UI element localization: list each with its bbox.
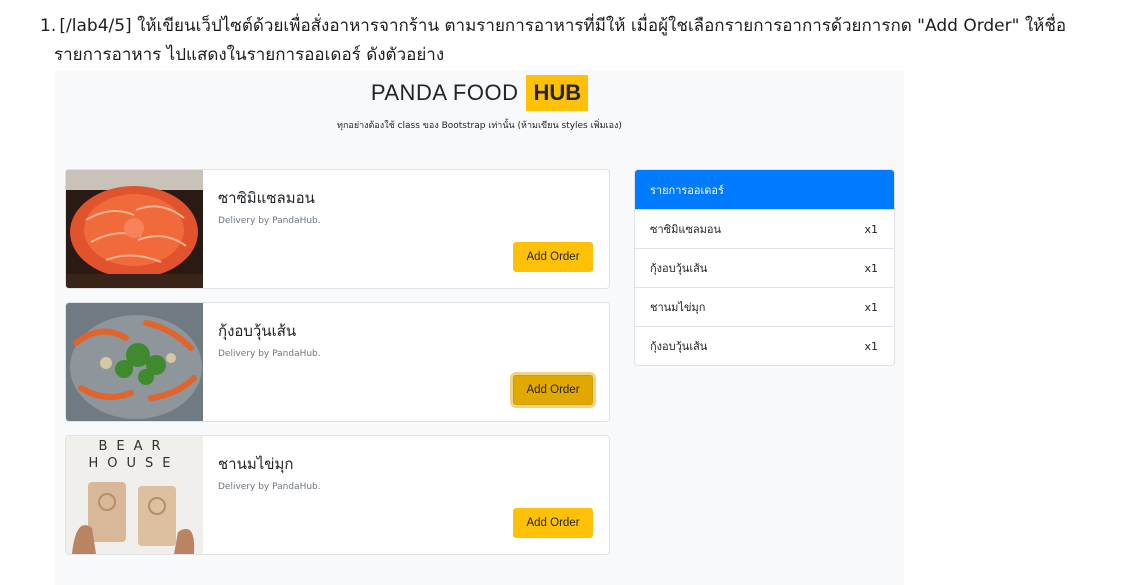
menu-item-name: ชานมไข่มุก	[218, 455, 294, 473]
order-item-name: ชานมไข่มุก	[650, 301, 706, 314]
instruction-line-1: 1. [/lab4/5] ให้เขียนเว็ปไซต์ด้วยเพื่อสั…	[40, 12, 1128, 41]
add-order-button[interactable]: Add Order	[513, 242, 593, 272]
order-list-item: กุ้งอบวุ้นเส้น x1	[635, 326, 894, 365]
order-list-heading: รายการออเดอร์	[635, 170, 894, 209]
order-item-qty: x1	[864, 222, 878, 236]
menu-card: ซาซิมิแซลมอน Delivery by PandaHub. Add O…	[65, 169, 610, 289]
brand-logo: PANDA FOOD HUB	[55, 75, 904, 111]
brand-name: PANDA FOOD	[370, 80, 519, 105]
order-item-name: ซาซิมิแซลมอน	[650, 223, 722, 236]
menu-card: BEAR HOUSE ชานมไข่มุก Delivery by PandaH…	[65, 435, 610, 555]
app-screenshot: PANDA FOOD HUB ทุกอย่างต้องใช้ class ของ…	[55, 70, 904, 585]
add-order-button[interactable]: Add Order	[513, 375, 593, 405]
instruction-line-1-text: [/lab4/5] ให้เขียนเว็ปไซต์ด้วยเพื่อสั่งอ…	[59, 16, 1067, 36]
menu-item-delivery: Delivery by PandaHub.	[218, 482, 321, 492]
order-item-name: กุ้งอบวุ้นเส้น	[650, 340, 708, 353]
order-list-item: ชานมไข่มุก x1	[635, 287, 894, 326]
order-list-item: ซาซิมิแซลมอน x1	[635, 209, 894, 248]
order-item-name: กุ้งอบวุ้นเส้น	[650, 262, 708, 275]
order-item-qty: x1	[864, 339, 878, 353]
add-order-button[interactable]: Add Order	[513, 508, 593, 538]
instruction-text: 1. [/lab4/5] ให้เขียนเว็ปไซต์ด้วยเพื่อสั…	[40, 12, 1128, 70]
menu-item-name: กุ้งอบวุ้นเส้น	[218, 322, 297, 340]
image-text-house: HOUSE	[89, 456, 180, 471]
page-subtitle: ทุกอย่างต้องใช้ class ของ Bootstrap เท่า…	[337, 121, 622, 131]
image-text-bear: BEAR	[98, 439, 169, 454]
menu-item-delivery: Delivery by PandaHub.	[218, 216, 321, 226]
order-list-item: กุ้งอบวุ้นเส้น x1	[635, 248, 894, 287]
order-list: รายการออเดอร์ ซาซิมิแซลมอน x1 กุ้งอบวุ้น…	[634, 169, 895, 366]
order-item-qty: x1	[864, 261, 878, 275]
brand-highlight: HUB	[526, 75, 589, 111]
menu-item-delivery: Delivery by PandaHub.	[218, 349, 321, 359]
order-item-qty: x1	[864, 300, 878, 314]
instruction-number: 1.	[40, 16, 57, 36]
instruction-line-2: รายการอาหาร ไปแสดงในรายการออเดอร์ ดังตัว…	[54, 45, 445, 65]
menu-card: กุ้งอบวุ้นเส้น Delivery by PandaHub. Add…	[65, 302, 610, 422]
salmon-sashimi-image	[66, 170, 203, 288]
baked-shrimp-image	[66, 303, 203, 421]
bubble-tea-image: BEAR HOUSE	[66, 436, 203, 554]
menu-item-name: ซาซิมิแซลมอน	[218, 189, 315, 207]
